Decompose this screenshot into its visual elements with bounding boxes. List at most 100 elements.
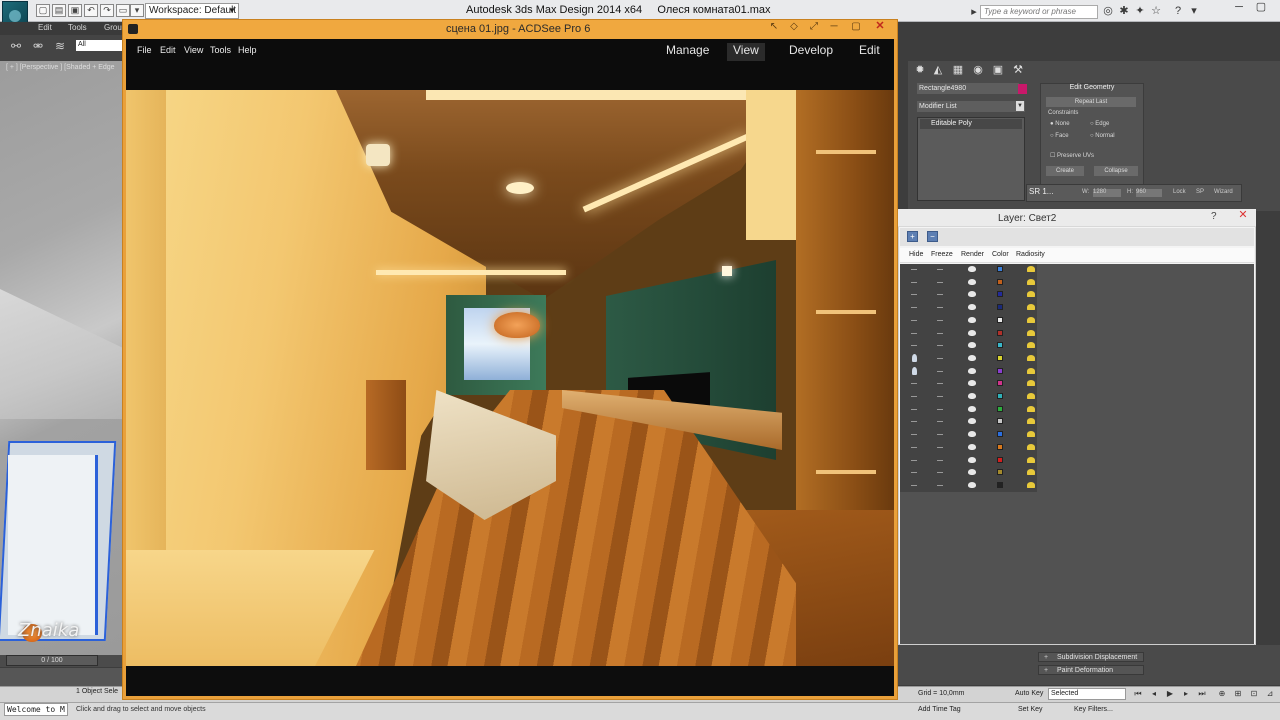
search-expand-icon[interactable]: ▸ [968,6,980,18]
height-input[interactable]: 960 [1136,189,1162,197]
mode-edit-tab[interactable]: Edit [853,43,886,61]
hide-toggle[interactable] [911,421,917,423]
acdsee-minimize-button[interactable]: ─ [824,20,844,34]
stack-item-editable-poly[interactable]: Editable Poly [920,119,1022,129]
layer-row[interactable] [900,416,1037,429]
more-icon[interactable]: ▾ [130,4,144,17]
mode-develop-tab[interactable]: Develop [783,43,839,61]
layer-row[interactable] [900,391,1037,404]
render-teapot-icon[interactable] [968,304,976,311]
layer-row[interactable] [900,264,1037,277]
layer-row[interactable] [900,328,1037,341]
preserve-uvs-checkbox[interactable]: ☐ Preserve UVs [1050,152,1094,159]
freeze-toggle[interactable] [937,345,943,347]
column-freeze[interactable]: Freeze [931,251,953,258]
render-teapot-icon[interactable] [968,291,976,298]
save-file-icon[interactable]: ▣ [68,4,82,17]
max-restore-button[interactable]: ▢ [1250,0,1272,16]
constraint-face-radio[interactable]: ○ Face [1050,133,1069,139]
layer-color-swatch[interactable] [997,393,1003,399]
layer-row[interactable] [900,353,1037,366]
max-menu-edit[interactable]: Edit [38,23,52,32]
layer-row[interactable] [900,289,1037,302]
render-teapot-icon[interactable] [968,418,976,425]
viewport-label[interactable]: [ + ] [Perspective ] [Shaded + Edge [6,64,115,71]
acdsee-compact-icon[interactable]: ◇ [784,20,804,34]
acdsee-menu-edit[interactable]: Edit [160,45,176,55]
freeze-toggle[interactable] [937,319,943,321]
layer-color-swatch[interactable] [997,316,1003,323]
constraint-none-radio[interactable]: ● None [1050,121,1070,127]
subscription-icon[interactable]: ✱ [1118,5,1130,17]
layer-close-button[interactable]: ✕ [1232,209,1254,223]
freeze-toggle[interactable] [937,383,943,385]
acdsee-logo-icon[interactable] [128,24,138,34]
search-input[interactable]: Type a keyword or phrase [980,5,1098,19]
render-teapot-icon[interactable] [968,443,976,450]
render-teapot-icon[interactable] [968,380,976,387]
radiosity-teapot-icon[interactable] [1027,291,1035,298]
go-to-start-icon[interactable]: ⏮ [1133,689,1143,699]
layer-color-swatch[interactable] [997,291,1003,298]
help-icon[interactable]: ? [1172,5,1184,17]
render-teapot-icon[interactable] [968,431,976,438]
favorites-icon[interactable]: ☆ [1150,5,1162,17]
radiosity-teapot-icon[interactable] [1027,278,1035,285]
edit-geometry-title[interactable]: Edit Geometry [1040,84,1144,91]
key-filters-button[interactable]: Key Filters... [1074,706,1113,713]
lock-button[interactable]: Lock [1173,189,1186,195]
layer-row[interactable] [900,455,1037,468]
modifier-list-dropdown[interactable]: Modifier List ▼ [917,101,1025,112]
time-slider[interactable]: 0 / 100 [6,655,98,666]
bind-spacewarp-icon[interactable]: ≋ [54,39,66,53]
layer-row[interactable] [900,404,1037,417]
selection-filter-dropdown[interactable]: All [76,40,122,51]
radiosity-teapot-icon[interactable] [1027,316,1035,323]
link-icon[interactable]: ⚯ [10,39,22,53]
mode-manage-tab[interactable]: Manage [660,43,715,61]
freeze-toggle[interactable] [937,421,943,423]
radiosity-teapot-icon[interactable] [1027,418,1035,425]
display-tab-icon[interactable]: ▣ [990,63,1006,77]
delete-layer-icon[interactable]: − [927,231,938,242]
freeze-toggle[interactable] [937,281,943,283]
new-file-icon[interactable]: ▢ [36,4,50,17]
render-teapot-icon[interactable] [968,354,976,361]
layer-color-swatch[interactable] [997,354,1003,361]
freeze-toggle[interactable] [937,396,943,397]
radiosity-teapot-icon[interactable] [1027,380,1035,387]
radiosity-teapot-icon[interactable] [1027,405,1035,412]
freeze-toggle[interactable] [937,472,943,474]
freeze-toggle[interactable] [937,408,943,410]
layer-row[interactable] [900,480,1037,493]
light-bulb-icon[interactable] [912,366,917,375]
radiosity-teapot-icon[interactable] [1027,443,1035,450]
radiosity-teapot-icon[interactable] [1027,342,1035,349]
radiosity-teapot-icon[interactable] [1027,266,1035,272]
max-minimize-button[interactable]: ─ [1228,0,1250,16]
hide-toggle[interactable] [911,269,917,270]
render-teapot-icon[interactable] [968,481,976,488]
key-mode-dropdown[interactable]: Selected [1048,688,1126,700]
radiosity-teapot-icon[interactable] [1027,367,1035,374]
render-teapot-icon[interactable] [968,342,976,349]
hide-toggle[interactable] [911,484,917,486]
freeze-toggle[interactable] [937,294,943,296]
render-teapot-icon[interactable] [968,316,976,323]
create-button[interactable]: Create [1046,166,1084,176]
layer-color-swatch[interactable] [997,405,1003,412]
radiosity-teapot-icon[interactable] [1027,456,1035,463]
previous-frame-icon[interactable]: ◂ [1149,689,1159,699]
render-teapot-icon[interactable] [968,278,976,285]
layer-color-swatch[interactable] [997,367,1003,374]
hide-toggle[interactable] [911,472,917,474]
freeze-toggle[interactable] [937,434,943,436]
hide-toggle[interactable] [911,459,917,461]
collapse-button[interactable]: Collapse [1094,166,1138,176]
acdsee-menu-view[interactable]: View [184,45,203,55]
rollout-paint-deformation[interactable]: Paint Deformation [1038,665,1144,676]
freeze-toggle[interactable] [937,459,943,461]
hide-toggle[interactable] [911,408,917,410]
layer-color-swatch[interactable] [997,380,1003,387]
track-bar[interactable] [0,668,126,686]
